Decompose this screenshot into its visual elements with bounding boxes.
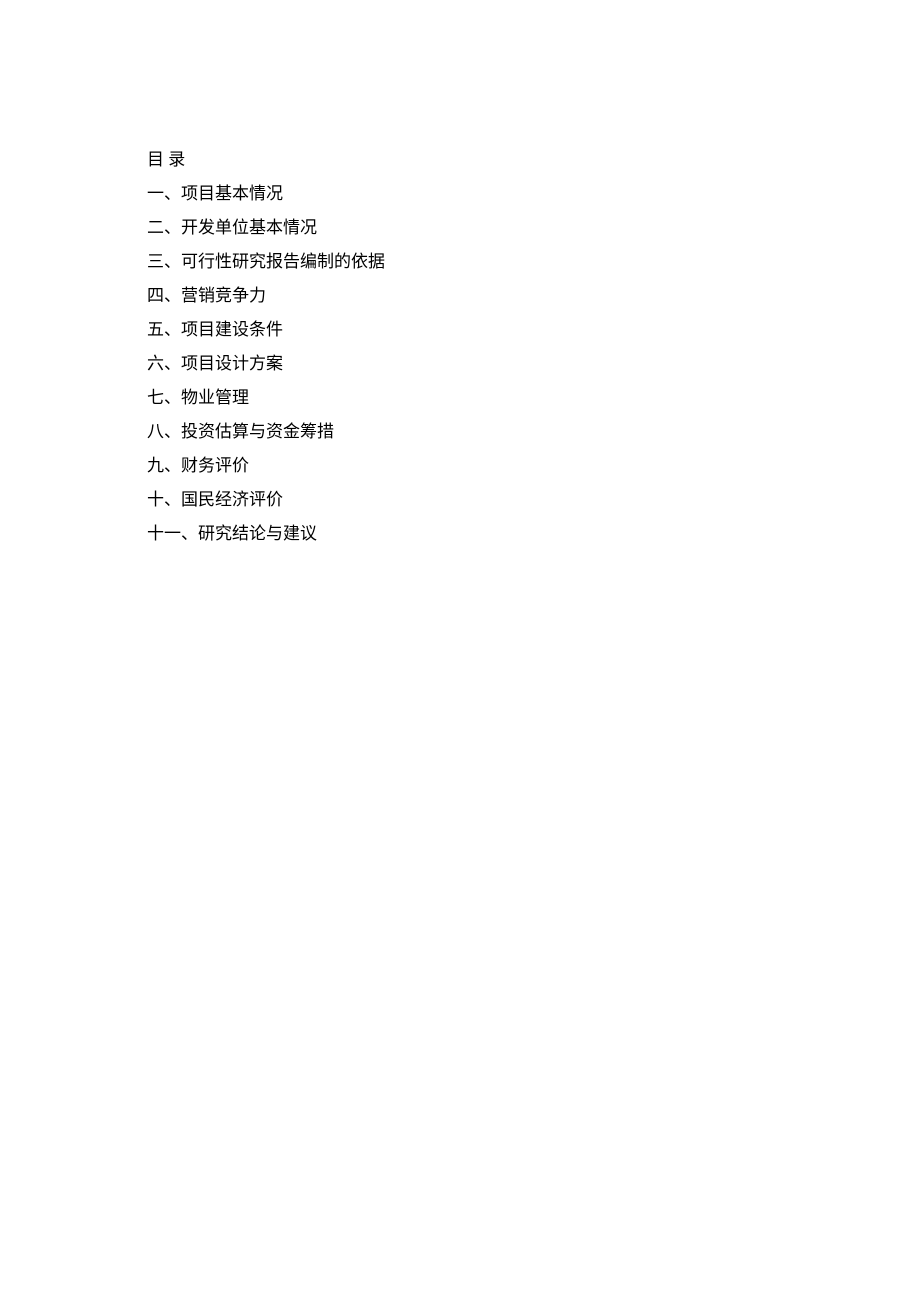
toc-item: 五、项目建设条件 (147, 313, 820, 347)
toc-item: 十一、研究结论与建议 (147, 517, 820, 551)
toc-item: 四、营销竞争力 (147, 279, 820, 313)
toc-item: 十、国民经济评价 (147, 483, 820, 517)
toc-item: 六、项目设计方案 (147, 347, 820, 381)
document-page: 目 录 一、项目基本情况 二、开发单位基本情况 三、可行性研究报告编制的依据 四… (0, 0, 920, 551)
toc-item: 二、开发单位基本情况 (147, 211, 820, 245)
toc-title: 目 录 (147, 143, 820, 177)
toc-item: 三、可行性研究报告编制的依据 (147, 245, 820, 279)
toc-item: 八、投资估算与资金筹措 (147, 415, 820, 449)
toc-item: 七、物业管理 (147, 381, 820, 415)
toc-item: 九、财务评价 (147, 449, 820, 483)
toc-item: 一、项目基本情况 (147, 177, 820, 211)
